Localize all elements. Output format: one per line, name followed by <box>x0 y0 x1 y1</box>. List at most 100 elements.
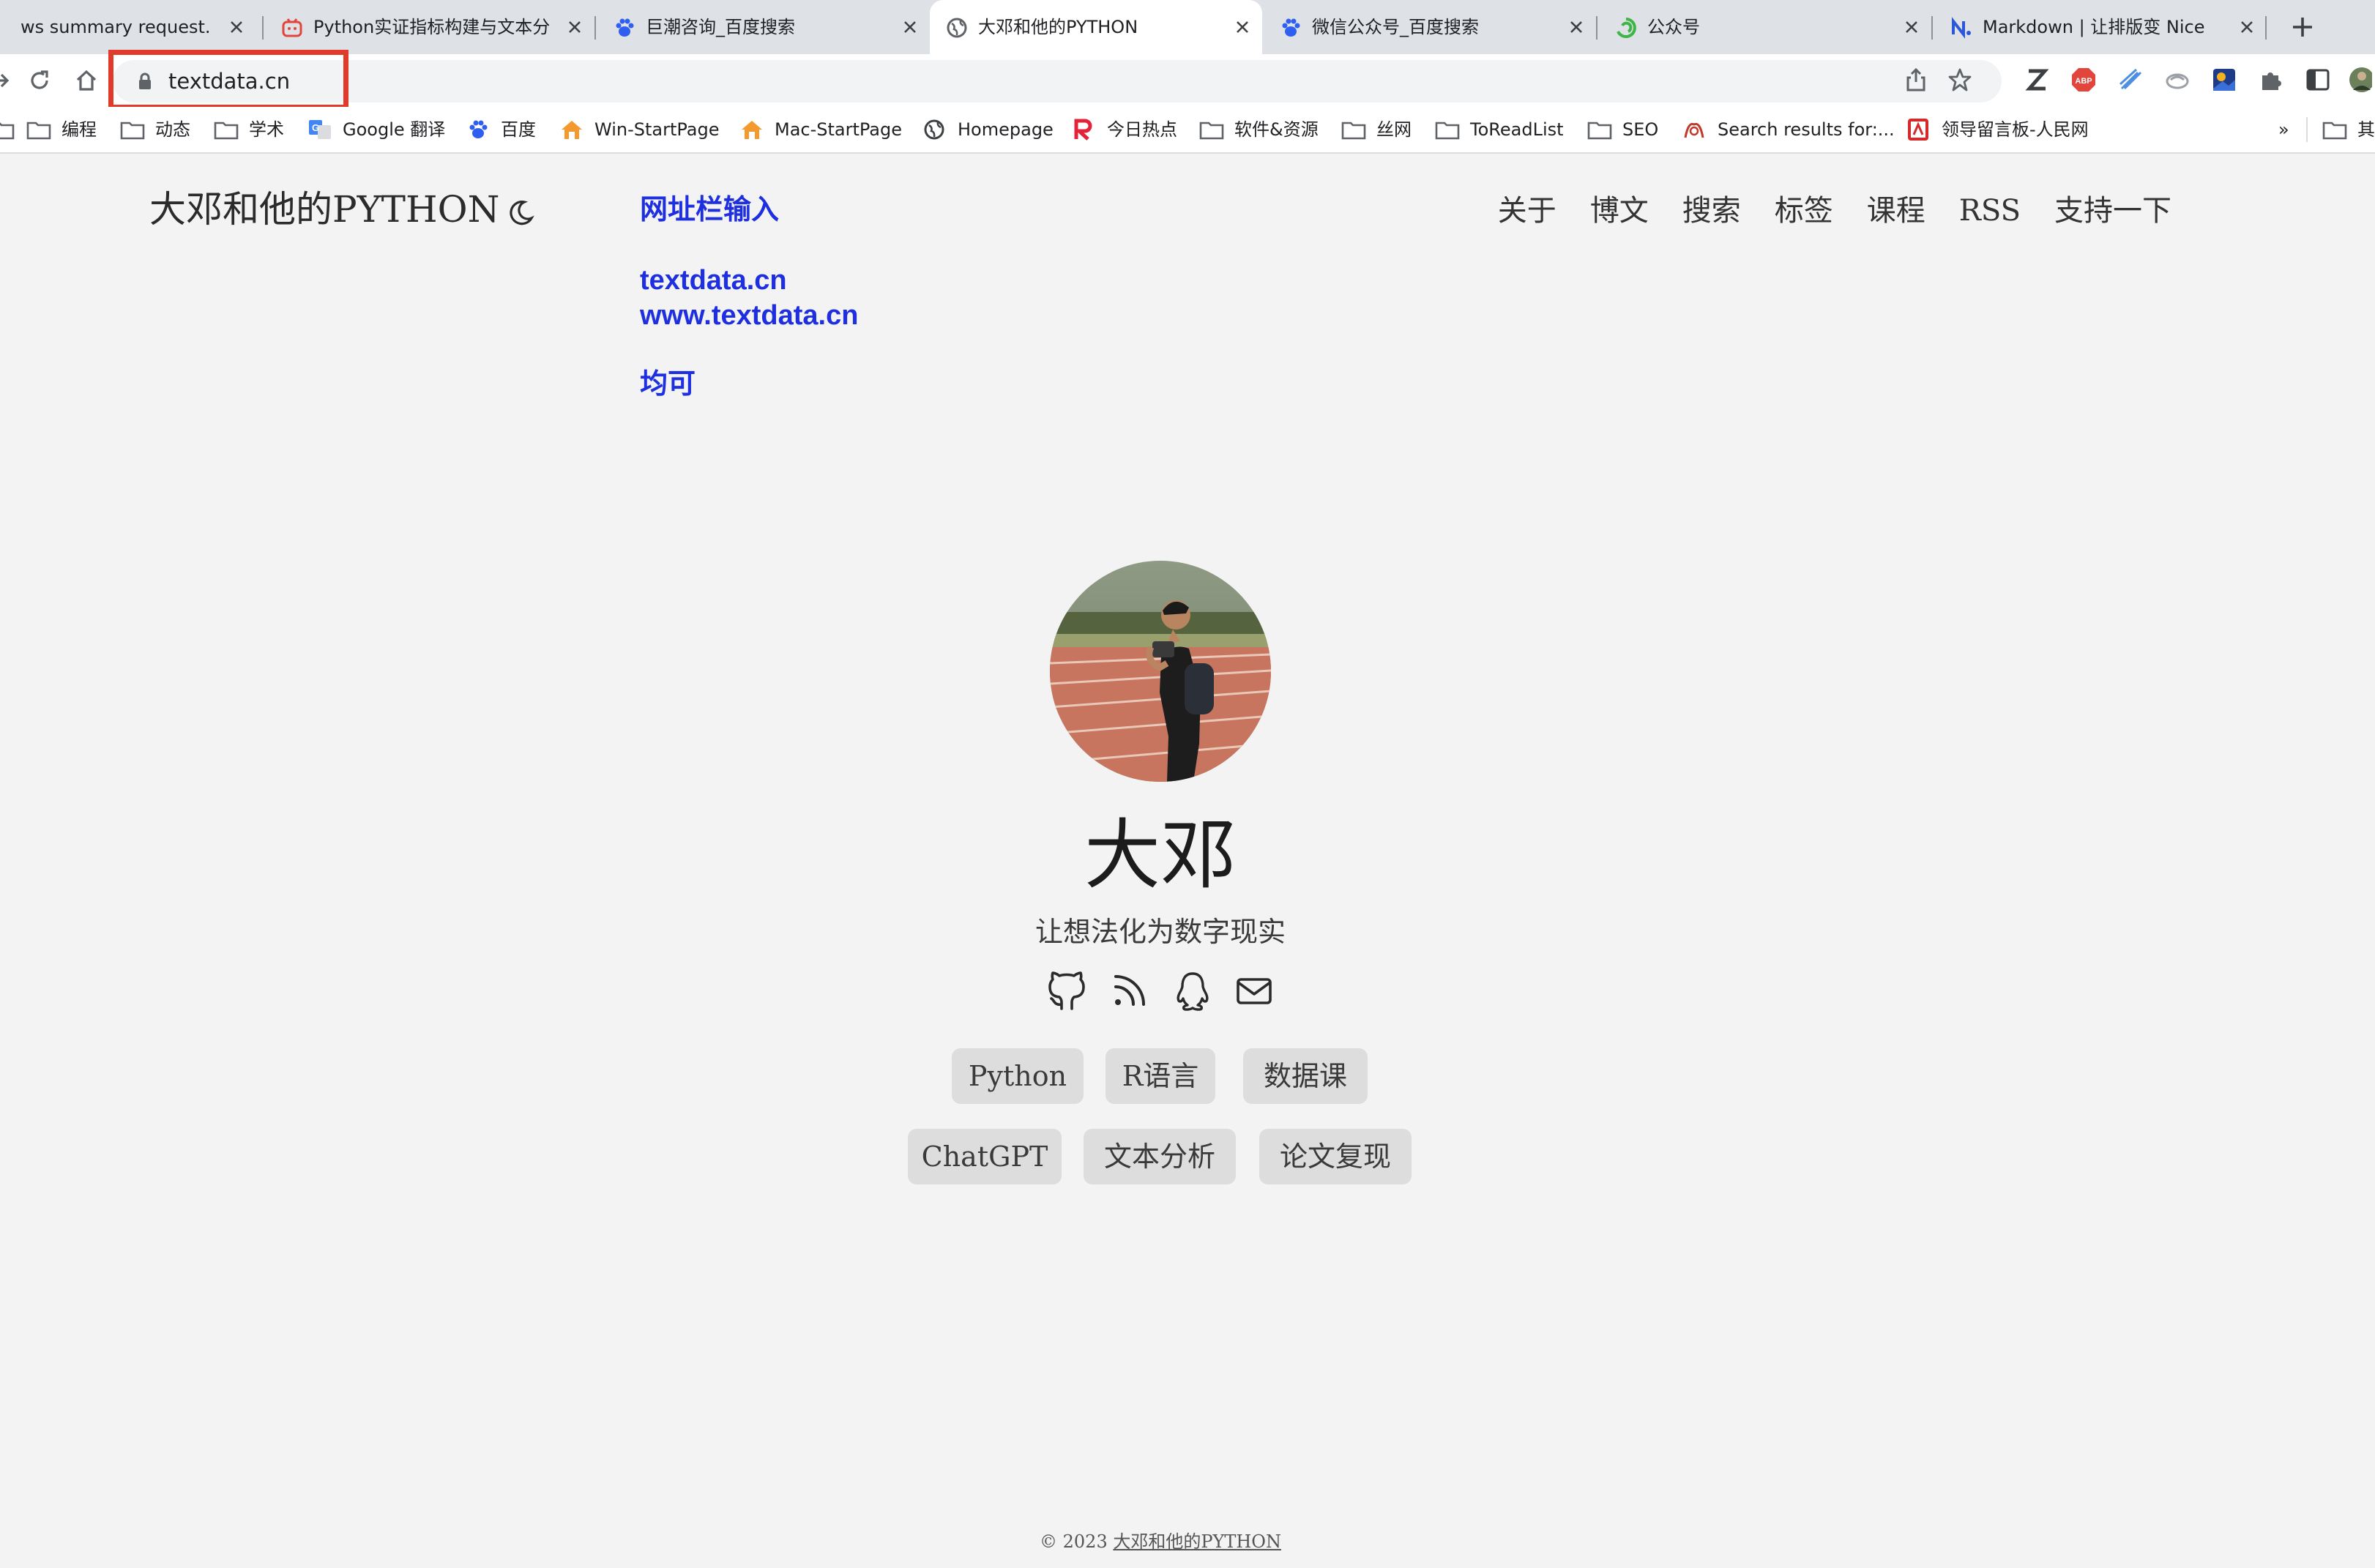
chevron-icon: » <box>2278 119 2289 140</box>
pen-extension-icon[interactable] <box>2117 67 2144 93</box>
close-icon[interactable] <box>2239 19 2255 35</box>
nav-about[interactable]: 关于 <box>1498 189 1556 233</box>
footer-site-link[interactable]: 大邓和他的PYTHON <box>1113 1531 1281 1552</box>
tab-python-empirical[interactable]: Python实证指标构建与文本分析 <box>265 0 594 54</box>
home-icon[interactable] <box>73 67 100 94</box>
footer: © 2023 大邓和他的PYTHON <box>952 1530 1369 1553</box>
moon-icon[interactable] <box>507 199 534 227</box>
bookmark-folder-clipped[interactable] <box>0 117 25 142</box>
folder-icon <box>1587 122 1612 140</box>
qq-icon[interactable] <box>1174 971 1211 1012</box>
tab-wechat-search[interactable]: 微信公众号_百度搜索 <box>1264 0 1596 54</box>
baidu-icon <box>616 18 634 37</box>
folder-icon <box>120 122 145 140</box>
close-icon[interactable] <box>228 19 245 35</box>
forward-arrow-icon[interactable] <box>0 67 12 94</box>
bookmark-folder-xueshu[interactable]: 学术 <box>214 117 284 142</box>
baidu-icon <box>469 120 488 138</box>
github-icon[interactable] <box>1048 971 1085 1012</box>
bookmark-label: Mac-StartPage <box>775 119 902 140</box>
bookmark-jinri-redian[interactable]: 今日热点 <box>1072 117 1177 142</box>
nav-support[interactable]: 支持一下 <box>2054 189 2171 233</box>
site-title[interactable]: 大邓和他的PYTHON <box>149 186 499 233</box>
rss-icon[interactable] <box>1111 971 1148 1012</box>
bookmark-folder-software[interactable]: 软件&资源 <box>1199 117 1319 142</box>
bookmark-label: 软件&资源 <box>1234 119 1319 140</box>
tab-separator <box>1931 16 1933 40</box>
nav-rss[interactable]: RSS <box>1959 189 2021 233</box>
bookmarks-overflow-button[interactable]: » <box>2278 117 2289 142</box>
new-tab-plus-icon[interactable] <box>2286 10 2319 44</box>
nav-posts[interactable]: 博文 <box>1590 189 1649 233</box>
home-icon <box>742 121 762 139</box>
tab-juchao-search[interactable]: 巨潮咨询_百度搜索 <box>597 0 930 54</box>
globe-icon <box>924 119 944 140</box>
adblock-plus-icon[interactable]: ABP <box>2070 67 2097 93</box>
tag-data-course[interactable]: 数据课 <box>1243 1048 1368 1104</box>
close-icon[interactable] <box>1568 19 1584 35</box>
folder-icon <box>26 122 51 140</box>
footer-copyright: © 2023 <box>1040 1531 1108 1552</box>
cloud-extension-icon[interactable] <box>2164 67 2191 93</box>
tab-news-summary[interactable]: ws summary request. <box>0 0 256 54</box>
reload-icon[interactable] <box>26 67 53 94</box>
share-icon[interactable] <box>1904 67 1928 92</box>
tab-title: Markdown | 让排版变 Nice <box>1983 17 2205 37</box>
bookmark-star-icon[interactable] <box>1947 67 1972 92</box>
bookmark-folder-other[interactable]: 其 <box>2322 117 2375 142</box>
image-extension-icon[interactable] <box>2211 67 2237 93</box>
close-icon[interactable] <box>902 19 918 35</box>
tag-chatgpt[interactable]: ChatGPT <box>908 1129 1062 1184</box>
close-icon[interactable] <box>1234 19 1250 35</box>
close-icon[interactable] <box>567 19 583 35</box>
avatar-photo <box>1050 561 1271 782</box>
folder-icon <box>214 122 239 140</box>
tag-r-language[interactable]: R语言 <box>1106 1048 1215 1104</box>
annotation-heading: 网址栏输入 <box>640 195 780 225</box>
puzzle-extensions-icon[interactable] <box>2258 67 2284 93</box>
bookmark-mac-startpage[interactable]: Mac-StartPage <box>739 117 902 142</box>
tab-markdown-nice[interactable]: Markdown | 让排版变 Nice <box>1934 0 2267 54</box>
close-icon[interactable] <box>1904 19 1920 35</box>
folder-icon <box>1341 122 1366 140</box>
tag-python[interactable]: Python <box>952 1048 1084 1104</box>
bookmark-folder-toreadlist[interactable]: ToReadList <box>1435 117 1564 142</box>
mdnice-logo-icon <box>1952 17 1971 39</box>
profile-avatar-icon[interactable] <box>2346 67 2372 93</box>
tag-paper-replication[interactable]: 论文复现 <box>1259 1129 1412 1184</box>
tab-active-site[interactable]: 大邓和他的PYTHON <box>930 0 1262 54</box>
bookmark-folder-biancheng[interactable]: 编程 <box>26 117 97 142</box>
bookmark-folder-seo[interactable]: SEO <box>1587 117 1658 142</box>
tab-gongzhonghao[interactable]: 公众号 <box>1599 0 1931 54</box>
bookmark-google-translate[interactable]: G Google 翻译 <box>307 117 445 142</box>
bookmark-label: ToReadList <box>1470 119 1564 140</box>
author-name: 大邓 <box>1084 810 1237 900</box>
bookmark-folder-dongtai[interactable]: 动态 <box>120 117 190 142</box>
bookmark-folder-siwang[interactable]: 丝网 <box>1341 117 1412 142</box>
nav-search[interactable]: 搜索 <box>1682 189 1741 233</box>
mail-icon[interactable] <box>1236 971 1272 1012</box>
bookmark-label: 今日热点 <box>1107 119 1177 140</box>
side-panel-icon[interactable] <box>2305 67 2331 93</box>
home-icon <box>562 121 582 139</box>
address-bar[interactable]: textdata.cn <box>113 60 2002 102</box>
bookmark-baidu[interactable]: 百度 <box>466 117 536 142</box>
globe-icon <box>947 18 967 38</box>
bookmark-win-startpage[interactable]: Win-StartPage <box>559 117 719 142</box>
bookmark-people-daily[interactable]: 领导留言板-人民网 <box>1906 117 2089 142</box>
search-results-icon <box>1684 122 1704 138</box>
svg-text:G: G <box>312 122 319 133</box>
tab-separator <box>262 16 264 40</box>
r-logo-icon <box>1074 119 1092 141</box>
tag-text-analysis[interactable]: 文本分析 <box>1084 1129 1236 1184</box>
bookmark-homepage[interactable]: Homepage <box>922 117 1054 142</box>
bookmark-label: Google 翻译 <box>343 119 446 140</box>
zotero-z-icon[interactable] <box>2024 67 2050 93</box>
bookmark-label: 丝网 <box>1376 119 1412 140</box>
folder-icon <box>0 122 15 140</box>
nav-courses[interactable]: 课程 <box>1867 189 1925 233</box>
bookmark-search-results[interactable]: Search results for:... <box>1682 117 1895 142</box>
bookmark-label: Homepage <box>958 119 1054 140</box>
nav-tags[interactable]: 标签 <box>1775 189 1833 233</box>
bookmark-label: 领导留言板-人民网 <box>1942 119 2089 140</box>
